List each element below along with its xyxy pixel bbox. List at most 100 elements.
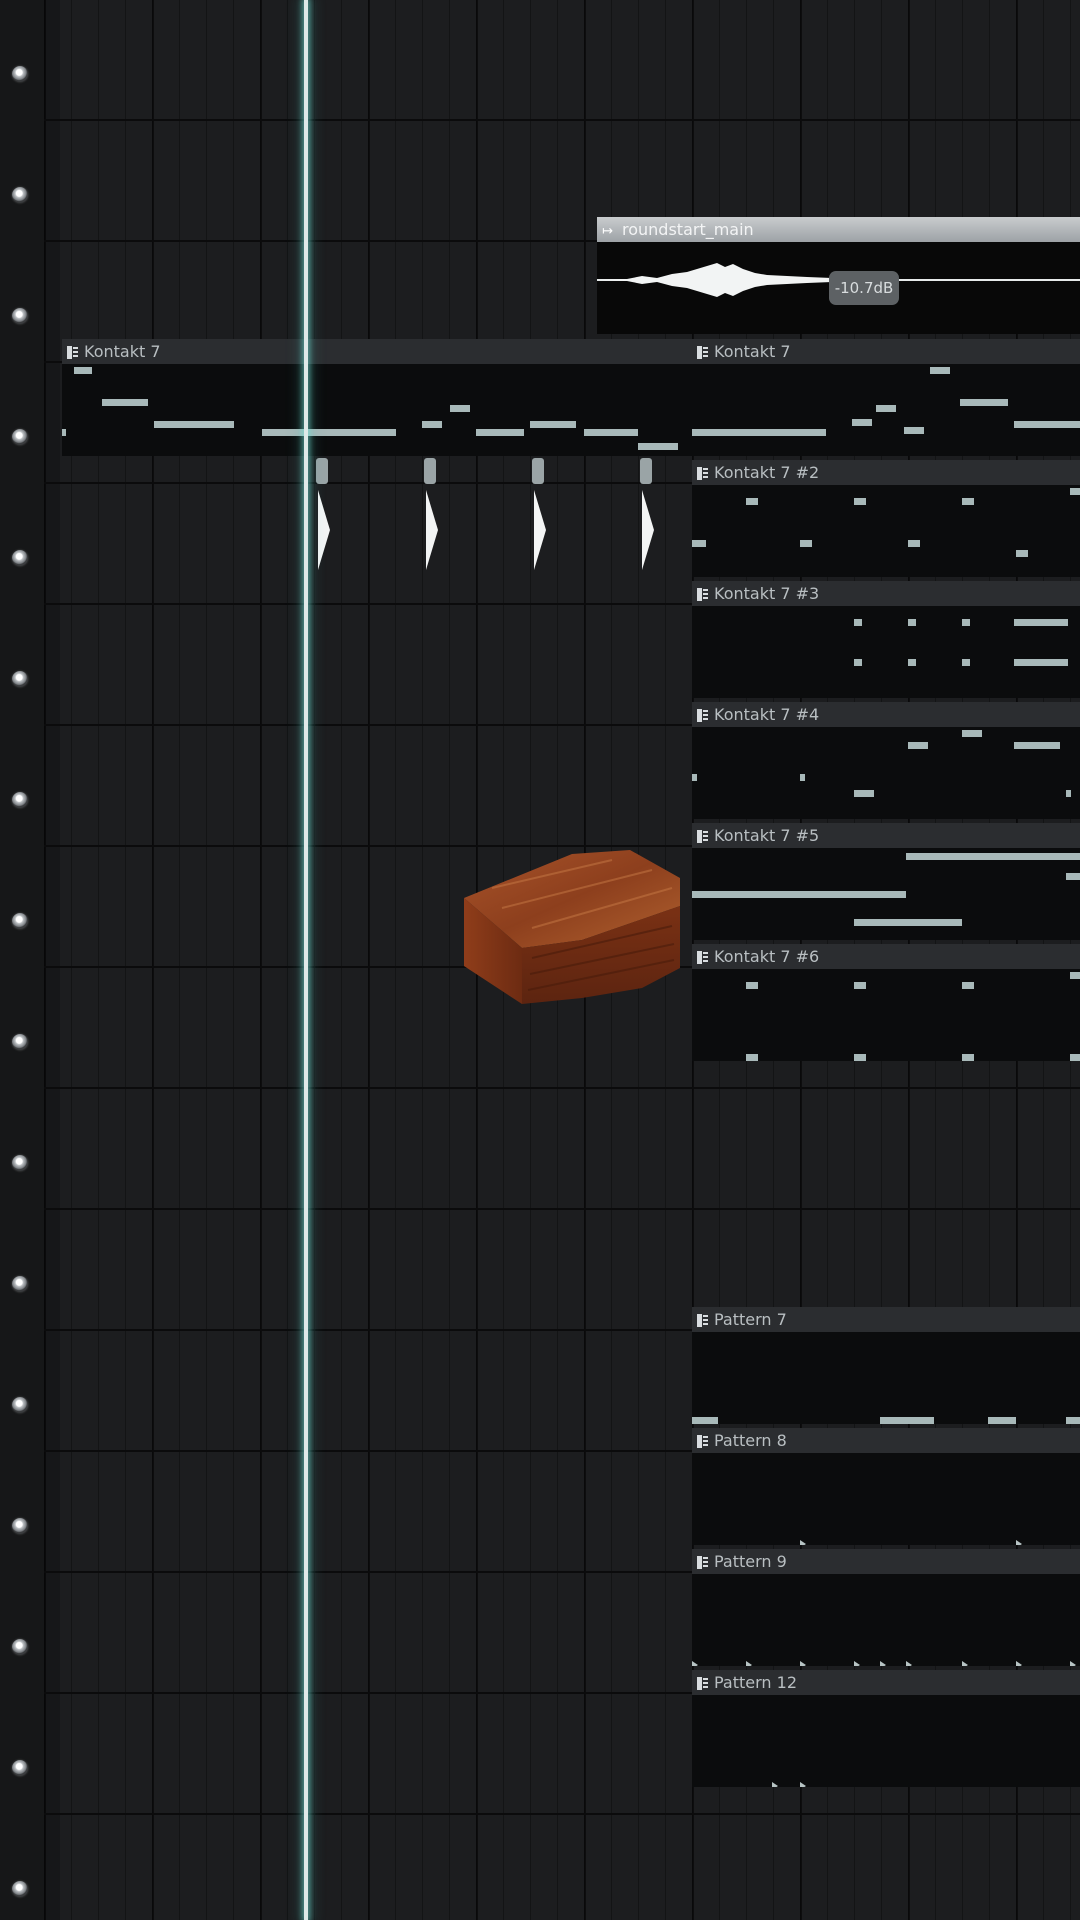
note-marker [1016,1540,1022,1545]
midi-note [852,419,872,426]
pattern-clip-header[interactable]: Pattern 8 [692,1428,1080,1453]
track-handle-dot[interactable] [12,1276,28,1292]
pattern-clip-kontakt-7-2[interactable]: Kontakt 7 #2 [692,460,1080,577]
note-marker [746,1661,752,1666]
track-handle-dot[interactable] [12,1397,28,1413]
midi-note [1014,421,1080,428]
audio-event-handle[interactable] [532,458,544,484]
track-handle-dot[interactable] [12,1518,28,1534]
pattern-clip-pattern-7[interactable]: Pattern 7 [692,1307,1080,1424]
pattern-clip-kontakt-7-6[interactable]: Kontakt 7 #6 [692,944,1080,1061]
pattern-clip-kontakt-7-4[interactable]: Kontakt 7 #4 [692,702,1080,819]
lane-gutter [44,968,60,1087]
track-handle-dot[interactable] [12,792,28,808]
midi-note [908,540,920,547]
pattern-icon [697,467,708,480]
midi-note [1014,619,1068,626]
note-marker [692,1661,698,1666]
midi-note [1066,790,1071,797]
midi-note [876,405,896,412]
pattern-clip-header[interactable]: Kontakt 7 [62,339,694,364]
midi-note [962,982,974,989]
track-handle-dot[interactable] [12,671,28,687]
midi-note [692,891,906,898]
pattern-clip-header[interactable]: Kontakt 7 #6 [692,944,1080,969]
pattern-clip-pattern-12[interactable]: Pattern 12 [692,1670,1080,1787]
midi-note [854,790,874,797]
pattern-clip-kontakt-7-b[interactable]: Kontakt 7 [692,339,1080,456]
midi-note [746,498,758,505]
pattern-clip-header[interactable]: Kontakt 7 #4 [692,702,1080,727]
pattern-icon [697,346,708,359]
pattern-clip-name: Pattern 12 [714,1673,798,1692]
track-handle-dot[interactable] [12,187,28,203]
lane-gutter [44,0,60,119]
note-marker [906,1661,912,1666]
midi-note [988,1417,1016,1424]
track-lane[interactable] [44,1815,1080,1920]
pattern-clip-header[interactable]: Kontakt 7 [692,339,1080,364]
track-lane[interactable] [44,1089,1080,1210]
pattern-clip-name: Pattern 7 [714,1310,787,1329]
lane-gutter [44,1815,60,1920]
midi-note [692,774,697,781]
track-handle-dot[interactable] [12,1639,28,1655]
audio-event-handle[interactable] [424,458,436,484]
track-handle-dot[interactable] [12,429,28,445]
midi-note [102,399,148,406]
pattern-clip-header[interactable]: Pattern 7 [692,1307,1080,1332]
midi-note [1070,488,1080,495]
playhead-line[interactable] [304,0,308,1920]
audio-event-handle[interactable] [316,458,328,484]
audio-event[interactable] [532,458,546,576]
midi-note [962,498,974,505]
pattern-clip-header[interactable]: Kontakt 7 #5 [692,823,1080,848]
audio-event[interactable] [424,458,438,576]
pattern-clip-header[interactable]: Pattern 12 [692,1670,1080,1695]
midi-note [962,1054,974,1061]
pattern-clip-kontakt-7-5[interactable]: Kontakt 7 #5 [692,823,1080,940]
audio-event[interactable] [316,458,330,576]
track-handle-dot[interactable] [12,550,28,566]
pattern-clip-pattern-9[interactable]: Pattern 9 [692,1549,1080,1666]
audio-event[interactable] [640,458,654,576]
track-handle-dot[interactable] [12,1881,28,1897]
audio-event-waveform [426,490,438,570]
gain-readout[interactable]: -10.7dB [829,271,899,305]
track-handle-dot[interactable] [12,308,28,324]
pattern-icon [697,709,708,722]
audio-clip-header[interactable]: ↦ roundstart_main [597,217,1080,242]
pattern-icon [67,346,78,359]
midi-note [962,619,970,626]
audio-event-handle[interactable] [640,458,652,484]
note-marker [880,1661,886,1666]
midi-note [584,429,638,436]
pattern-clip-header[interactable]: Kontakt 7 #2 [692,460,1080,485]
track-lane[interactable] [44,0,1080,121]
audio-clip-roundstart-main[interactable]: ↦ roundstart_main -10.7dB [597,217,1080,334]
track-handle-dot[interactable] [12,1155,28,1171]
midi-note [638,443,678,450]
note-marker [800,1661,806,1666]
midi-note [854,1054,866,1061]
track-handle-dot[interactable] [12,1760,28,1776]
pattern-clip-pattern-8[interactable]: Pattern 8 [692,1428,1080,1545]
midi-note [854,982,866,989]
pattern-clip-header[interactable]: Kontakt 7 #3 [692,581,1080,606]
lane-gutter [44,605,60,724]
track-handle-dot[interactable] [12,913,28,929]
midi-note [962,730,982,737]
pattern-clip-kontakt-7-3[interactable]: Kontakt 7 #3 [692,581,1080,698]
pattern-icon [697,1314,708,1327]
audio-clip-name: roundstart_main [622,220,754,239]
audio-clip-icon: ↦ [602,224,613,239]
pattern-clip-header[interactable]: Pattern 9 [692,1549,1080,1574]
pattern-clip-kontakt-7-a[interactable]: Kontakt 7 [62,339,694,456]
track-handle-dot[interactable] [12,1034,28,1050]
lane-gutter [44,1694,60,1813]
pattern-icon [697,1435,708,1448]
track-handle-dot[interactable] [12,66,28,82]
midi-note [692,429,826,436]
midi-note [908,742,928,749]
midi-note [904,427,924,434]
